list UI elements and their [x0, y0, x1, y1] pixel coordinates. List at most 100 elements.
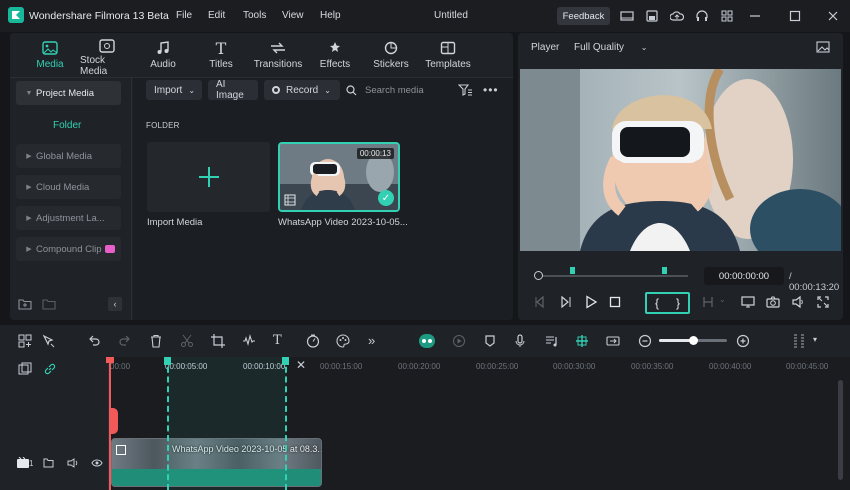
range-start-line[interactable]	[167, 357, 169, 490]
sidebar-item-compound-clip[interactable]: ▶ Compound Clip	[16, 237, 121, 261]
delete-icon[interactable]	[149, 334, 163, 348]
menu-view[interactable]: View	[282, 10, 304, 21]
save-icon[interactable]	[645, 9, 659, 23]
add-track-icon[interactable]	[18, 362, 32, 376]
filter-icon[interactable]	[458, 84, 472, 96]
zoom-in-icon[interactable]	[736, 334, 750, 348]
text-t-icon[interactable]: T	[273, 334, 287, 348]
search-input[interactable]: Search media	[346, 81, 456, 99]
quality-dropdown[interactable]: Full Quality ⌄	[574, 42, 648, 53]
effects-icon	[326, 39, 344, 57]
tab-media[interactable]: Media	[35, 39, 65, 75]
sidebar-item-cloud-media[interactable]: ▶ Cloud Media	[16, 175, 121, 199]
tab-templates[interactable]: Templates	[425, 39, 471, 75]
shield-marker-icon[interactable]	[483, 334, 497, 348]
speed-timer-icon[interactable]	[306, 334, 320, 348]
sidebar-item-global-media[interactable]: ▶ Global Media	[16, 144, 121, 168]
volume-icon[interactable]	[791, 295, 805, 309]
timeline-scrollbar[interactable]	[838, 380, 843, 480]
eye-icon[interactable]	[91, 458, 103, 468]
video-preview[interactable]	[520, 69, 841, 251]
menu-file[interactable]: File	[176, 10, 192, 21]
fullscreen-icon[interactable]	[816, 295, 830, 309]
apps-grid-icon[interactable]	[720, 9, 734, 23]
multi-select-icon[interactable]	[18, 334, 32, 348]
playback-scrubber[interactable]	[534, 267, 690, 281]
step-forward-icon[interactable]	[559, 295, 573, 309]
audio-speed-icon[interactable]	[242, 334, 256, 348]
range-highlight	[168, 357, 286, 490]
tab-effects[interactable]: Effects	[319, 39, 351, 75]
ai-mate-icon[interactable]	[418, 333, 436, 349]
zoom-slider[interactable]	[659, 336, 727, 345]
layout-grid-icon[interactable]	[792, 333, 806, 348]
camera-icon[interactable]	[766, 295, 780, 309]
mark-out-handle[interactable]	[662, 267, 667, 274]
tab-stickers[interactable]: Stickers	[373, 39, 409, 75]
zoom-slider-knob[interactable]	[689, 336, 698, 345]
close-icon[interactable]	[826, 9, 840, 23]
folder-icon[interactable]	[42, 298, 56, 310]
import-dropdown[interactable]: Import ⌄	[146, 80, 202, 100]
menu-tools[interactable]: Tools	[243, 10, 266, 21]
display-icon[interactable]	[741, 295, 755, 309]
cloud-upload-icon[interactable]	[670, 9, 684, 23]
ai-image-button[interactable]: AI Image	[208, 79, 258, 101]
trim-icon[interactable]	[701, 295, 715, 309]
speaker-icon[interactable]	[67, 458, 79, 468]
menu-help[interactable]: Help	[320, 10, 341, 21]
tab-stock-media[interactable]: Stock Media	[80, 39, 134, 77]
mark-in-handle[interactable]	[570, 267, 575, 274]
play-icon[interactable]	[584, 295, 598, 309]
select-tool-icon[interactable]	[42, 334, 56, 348]
music-list-icon[interactable]	[545, 334, 559, 348]
menu-edit[interactable]: Edit	[208, 10, 225, 21]
snapshot-view-icon[interactable]	[816, 41, 830, 53]
tab-audio[interactable]: Audio	[148, 39, 178, 75]
more-tools-icon[interactable]: »	[368, 334, 382, 348]
link-icon[interactable]	[43, 362, 57, 376]
sidebar-item-adjustment-layer[interactable]: ▶ Adjustment La...	[16, 206, 121, 230]
microphone-icon[interactable]	[513, 334, 527, 348]
redo-icon[interactable]	[118, 334, 132, 348]
minimize-icon[interactable]	[748, 9, 762, 23]
color-palette-icon[interactable]	[336, 334, 350, 348]
new-folder-icon[interactable]	[18, 298, 32, 310]
layout-icon[interactable]	[620, 9, 634, 23]
video-thumbnail[interactable]: 00:00:13 ✓	[278, 142, 400, 212]
feedback-button[interactable]: Feedback	[557, 7, 610, 25]
sidebar-item-folder[interactable]: Folder	[53, 120, 81, 131]
chevron-down-icon[interactable]: ⌄	[719, 295, 726, 304]
auto-ripple-icon[interactable]	[575, 334, 589, 348]
scrubber-knob[interactable]	[534, 271, 543, 280]
folder-track-icon[interactable]	[43, 458, 54, 468]
film-strip-icon	[284, 194, 296, 206]
collapse-sidebar-button[interactable]: ‹	[108, 297, 122, 311]
import-media-card[interactable]	[147, 142, 270, 212]
chevron-down-icon: ⌄	[324, 85, 331, 95]
crop-icon[interactable]	[211, 334, 225, 348]
zoom-out-icon[interactable]	[638, 334, 652, 348]
render-preview-icon[interactable]	[452, 334, 466, 348]
chevron-down-icon[interactable]: ▾	[813, 335, 817, 344]
split-scissors-icon[interactable]	[180, 334, 194, 348]
headset-icon[interactable]	[695, 9, 709, 23]
close-range-icon[interactable]: ✕	[296, 358, 306, 372]
playhead-top[interactable]	[106, 357, 114, 363]
step-back-icon[interactable]	[533, 295, 547, 309]
playhead-handle[interactable]	[109, 408, 118, 434]
more-options-icon[interactable]: •••	[483, 83, 499, 97]
range-end-line[interactable]	[285, 357, 287, 490]
stop-icon[interactable]	[608, 295, 622, 309]
stickers-icon	[382, 39, 400, 57]
mark-in-out-button[interactable]: {}	[645, 292, 690, 314]
record-dropdown[interactable]: Record ⌄	[264, 80, 340, 100]
snap-replace-icon[interactable]	[606, 334, 620, 348]
undo-icon[interactable]	[87, 334, 101, 348]
range-end-handle[interactable]	[282, 357, 289, 365]
tab-transitions[interactable]: Transitions	[253, 39, 303, 75]
tab-titles[interactable]: T Titles	[206, 39, 236, 75]
maximize-icon[interactable]	[788, 9, 802, 23]
range-start-handle[interactable]	[164, 357, 171, 365]
sidebar-item-project-media[interactable]: ▼ Project Media	[16, 81, 121, 105]
